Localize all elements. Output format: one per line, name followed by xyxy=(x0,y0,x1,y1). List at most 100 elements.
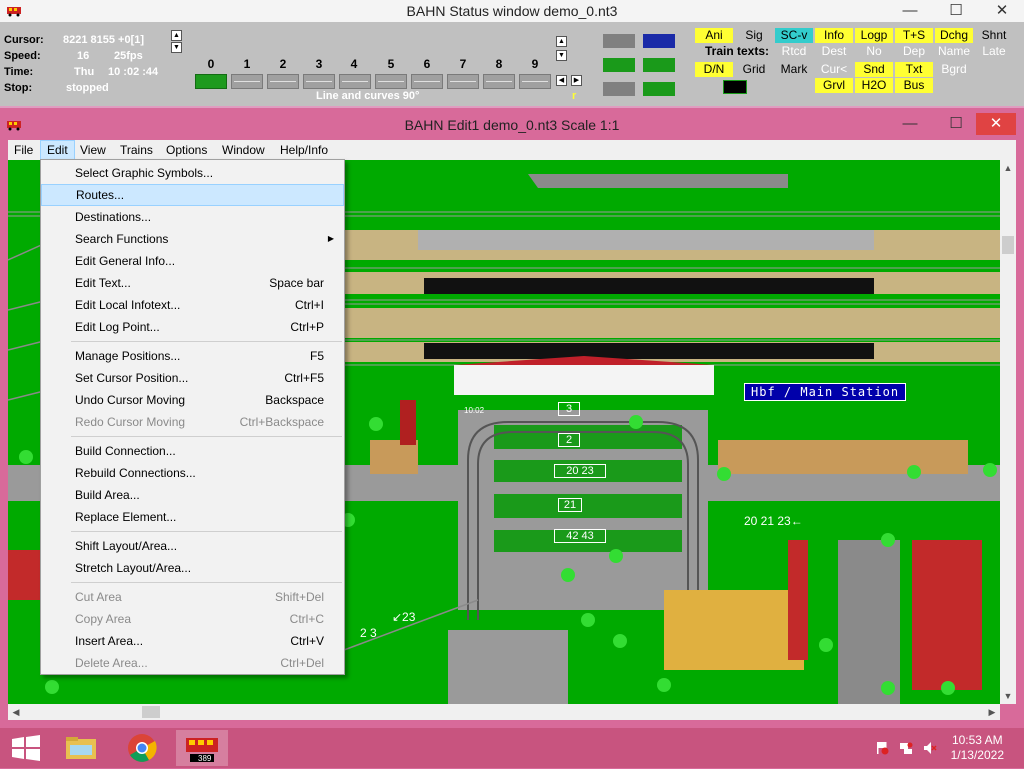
minimize-button[interactable]: — xyxy=(888,113,932,135)
symbol-slot-3[interactable] xyxy=(303,74,335,89)
horizontal-scroll-thumb[interactable] xyxy=(142,706,160,718)
station-label: Hbf / Main Station xyxy=(744,383,907,401)
toggle-txt[interactable]: Txt xyxy=(895,62,933,77)
menu-rebuild-connections[interactable]: Rebuild Connections... xyxy=(41,462,344,484)
minimize-button[interactable]: — xyxy=(888,0,932,22)
toggle-dep[interactable]: Dep xyxy=(895,44,933,59)
menu-build-connection[interactable]: Build Connection... xyxy=(41,440,344,462)
file-explorer-button[interactable] xyxy=(56,730,108,766)
symbol-slot-1[interactable] xyxy=(231,74,263,89)
symbol-scroll-left[interactable]: ◀ xyxy=(556,75,567,86)
preview-tile-2[interactable] xyxy=(643,34,675,48)
menu-search-functions[interactable]: Search Functions ▶ xyxy=(41,228,344,250)
toggle-late[interactable]: Late xyxy=(975,44,1013,59)
menu-edit-local-infotext[interactable]: Edit Local Infotext... Ctrl+I xyxy=(41,294,344,316)
symbol-slot-9[interactable] xyxy=(519,74,551,89)
menu-help[interactable]: Help/Info xyxy=(274,140,334,160)
toggle-bus[interactable]: Bus xyxy=(895,78,933,93)
preview-tile-5[interactable] xyxy=(603,82,635,96)
cursor-spin-down[interactable]: ▼ xyxy=(171,42,182,53)
toggle-rtcd[interactable]: Rtcd xyxy=(775,44,813,59)
menu-item-label: Select Graphic Symbols... xyxy=(75,166,214,180)
menu-view[interactable]: View xyxy=(74,140,112,160)
chrome-button[interactable] xyxy=(116,730,168,766)
menu-undo-cursor-moving[interactable]: Undo Cursor Moving Backspace xyxy=(41,389,344,411)
toggle-dn[interactable]: D/N xyxy=(695,62,733,77)
close-button[interactable]: ✕ xyxy=(980,0,1024,22)
symbol-spin-up[interactable]: ▲ xyxy=(556,36,567,47)
symbol-scroll-right[interactable]: ▶ xyxy=(571,75,582,86)
toggle-grvl[interactable]: Grvl xyxy=(815,78,853,93)
toggle-bgrd[interactable]: Bgrd xyxy=(935,62,973,77)
close-button[interactable]: ✕ xyxy=(976,113,1016,135)
cursor-spin-up[interactable]: ▲ xyxy=(171,30,182,41)
preview-tile-6[interactable] xyxy=(643,82,675,96)
menu-stretch-layout-area[interactable]: Stretch Layout/Area... xyxy=(41,557,344,579)
train-preview-icon[interactable] xyxy=(723,80,747,94)
vertical-scroll-thumb[interactable] xyxy=(1002,236,1014,254)
toggle-dchg[interactable]: Dchg xyxy=(935,28,973,43)
menu-edit-text[interactable]: Edit Text... Space bar xyxy=(41,272,344,294)
toggle-curl[interactable]: Cur< xyxy=(815,62,853,77)
status-window-titlebar[interactable]: BAHN Status window demo_0.nt3 — ☐ ✕ xyxy=(0,0,1024,22)
symbol-slot-4[interactable] xyxy=(339,74,371,89)
scroll-down-arrow[interactable]: ▼ xyxy=(1000,688,1016,704)
menu-edit-log-point[interactable]: Edit Log Point... Ctrl+P xyxy=(41,316,344,338)
menu-insert-area[interactable]: Insert Area... Ctrl+V xyxy=(41,630,344,652)
bahn-badge: 389 xyxy=(198,754,212,763)
volume-muted-icon[interactable] xyxy=(923,741,937,755)
menu-shift-layout-area[interactable]: Shift Layout/Area... xyxy=(41,535,344,557)
toggle-no[interactable]: No xyxy=(855,44,893,59)
preview-tile-4[interactable] xyxy=(643,58,675,72)
symbol-slot-6[interactable] xyxy=(411,74,443,89)
taskbar-clock[interactable]: 10:53 AM 1/13/2022 xyxy=(951,733,1004,763)
menu-replace-element[interactable]: Replace Element... xyxy=(41,506,344,528)
bahn-taskbar-button[interactable]: 389 xyxy=(176,730,228,766)
flag-icon[interactable] xyxy=(875,741,889,755)
vertical-scrollbar[interactable]: ▲ ▼ xyxy=(1000,160,1016,704)
toggle-h2o[interactable]: H2O xyxy=(855,78,893,93)
menu-file[interactable]: File xyxy=(8,140,39,160)
preview-tile-3[interactable] xyxy=(603,58,635,72)
toggle-dest[interactable]: Dest xyxy=(815,44,853,59)
scroll-up-arrow[interactable]: ▲ xyxy=(1000,160,1016,176)
symbol-slot-5[interactable] xyxy=(375,74,407,89)
toggle-ani[interactable]: Ani xyxy=(695,28,733,43)
menu-options[interactable]: Options xyxy=(160,140,213,160)
menu-window[interactable]: Window xyxy=(216,140,271,160)
horizontal-scrollbar[interactable]: ◀ ▶ xyxy=(8,704,1000,720)
toggle-mark[interactable]: Mark xyxy=(775,62,813,77)
scroll-right-arrow[interactable]: ▶ xyxy=(984,704,1000,720)
menu-destinations[interactable]: Destinations... xyxy=(41,206,344,228)
preview-tile-1[interactable] xyxy=(603,34,635,48)
menu-edit[interactable]: Edit xyxy=(40,140,75,160)
menu-separator xyxy=(41,433,344,440)
menu-routes[interactable]: Routes... xyxy=(41,184,344,206)
start-button[interactable] xyxy=(0,730,52,766)
toggle-sig[interactable]: Sig xyxy=(736,28,772,43)
toggle-info[interactable]: Info xyxy=(815,28,853,43)
maximize-button[interactable]: ☐ xyxy=(934,113,978,135)
menu-trains[interactable]: Trains xyxy=(114,140,159,160)
scroll-left-arrow[interactable]: ◀ xyxy=(8,704,24,720)
menu-set-cursor-position[interactable]: Set Cursor Position... Ctrl+F5 xyxy=(41,367,344,389)
symbol-slot-2[interactable] xyxy=(267,74,299,89)
symbol-slot-0[interactable] xyxy=(195,74,227,89)
toggle-logp[interactable]: Logp xyxy=(855,28,893,43)
menu-edit-general-info[interactable]: Edit General Info... xyxy=(41,250,344,272)
symbol-spin-down[interactable]: ▼ xyxy=(556,50,567,61)
toggle-ts[interactable]: T+S xyxy=(895,28,933,43)
menu-manage-positions[interactable]: Manage Positions... F5 xyxy=(41,345,344,367)
menu-build-area[interactable]: Build Area... xyxy=(41,484,344,506)
toggle-grid[interactable]: Grid xyxy=(736,62,772,77)
toggle-scv[interactable]: SC-v xyxy=(775,28,813,43)
edit-window-titlebar[interactable]: BAHN Edit1 demo_0.nt3 Scale 1:1 — ☐ ✕ xyxy=(0,110,1024,138)
symbol-slot-8[interactable] xyxy=(483,74,515,89)
network-icon[interactable] xyxy=(899,741,913,755)
toggle-shnt[interactable]: Shnt xyxy=(975,28,1013,43)
menu-select-graphic-symbols[interactable]: Select Graphic Symbols... xyxy=(41,162,344,184)
toggle-snd[interactable]: Snd xyxy=(855,62,893,77)
maximize-button[interactable]: ☐ xyxy=(934,0,978,22)
toggle-name[interactable]: Name xyxy=(935,44,973,59)
symbol-slot-7[interactable] xyxy=(447,74,479,89)
